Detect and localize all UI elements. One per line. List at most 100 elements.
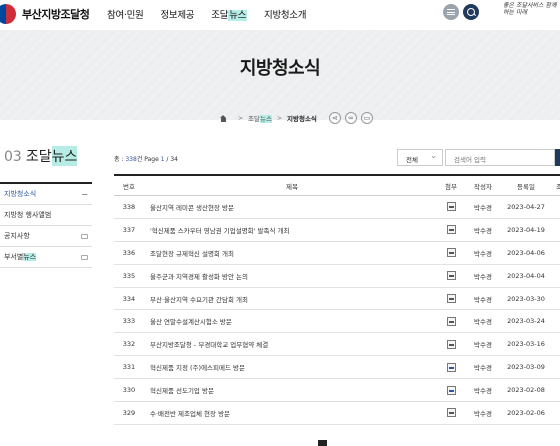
row-date: 2023-03-24 xyxy=(507,317,545,326)
attachment-cell xyxy=(440,271,462,281)
row-date: 2023-04-27 xyxy=(507,202,545,211)
table-row[interactable]: 335 울주군과 지역경제 활성화 방안 논의 박수경 2023-04-04 xyxy=(114,265,560,288)
row-writer: 박수경 xyxy=(474,341,492,350)
table-row[interactable]: 336 조달현장 규제혁신 설명회 개최 박수경 2023-04-06 xyxy=(114,242,560,265)
row-title-link[interactable]: 조달현장 규제혁신 설명회 개최 xyxy=(144,248,440,258)
page-title: 지방청소식 xyxy=(239,58,321,79)
table-row[interactable]: 329 수·배전반 제조업체 현장 방문 박수경 2023-02-06 xyxy=(114,402,560,425)
attachment-file-icon[interactable] xyxy=(446,339,456,349)
attachment-file-icon[interactable] xyxy=(446,316,456,326)
attachment-cell xyxy=(440,248,462,258)
row-title-link[interactable]: '혁신제품 스카우터 영남권 기업설명회' 발족식 개최 xyxy=(144,225,440,235)
row-writer: 박수경 xyxy=(474,203,492,212)
table-row[interactable]: 333 울산 연말수설계산시험소 방문 박수경 2023-03-24 xyxy=(114,310,560,334)
sidebar-title: 03 조달 뉴스 xyxy=(4,146,78,166)
row-writer: 박수경 xyxy=(474,318,492,327)
attachment-file-icon[interactable] xyxy=(446,408,456,418)
table-row[interactable]: 338 울산지역 레미콘 생산현장 방문 박수경 2023-04-27 xyxy=(114,196,560,219)
row-writer: 박수경 xyxy=(474,295,492,304)
attachment-file-icon[interactable] xyxy=(446,202,456,212)
row-date: 2023-04-19 xyxy=(507,225,545,234)
attachment-file-icon[interactable] xyxy=(446,271,456,281)
row-number: 333 xyxy=(122,317,136,326)
gnb-item-about[interactable]: 지방청소개 xyxy=(264,7,307,21)
table-header: 번호 제목 첨부 작성자 등록일 조 xyxy=(114,176,560,196)
table-row[interactable]: 337 '혁신제품 스카우터 영남권 기업설명회' 발족식 개최 박수경 2023-0… xyxy=(114,219,560,242)
row-title-link[interactable]: 혁신제품 선도기업 방문 xyxy=(144,385,440,395)
slogan-logo: 좋은 조달서비스 함께하는 미래 xyxy=(503,2,557,16)
attachment-cell xyxy=(440,202,462,212)
row-number: 329 xyxy=(122,408,136,417)
row-title-link[interactable]: 울산 연말수설계산시험소 방문 xyxy=(144,316,440,326)
row-number: 330 xyxy=(122,386,136,395)
page-visual-banner: 지방청소식 > 조달뉴스 > 지방청소식 ⋖ ∞ ▭ xyxy=(0,30,560,124)
table-row[interactable]: 331 혁신제품 지정 (주)에스피메드 방문 박수경 2023-03-09 xyxy=(114,356,560,380)
search-submit-button[interactable] xyxy=(555,149,560,166)
attachment-cell xyxy=(440,316,462,326)
attachment-cell xyxy=(440,362,462,372)
row-date: 2023-02-08 xyxy=(507,386,545,395)
gnb-item-participation[interactable]: 참여·민원 xyxy=(107,7,144,21)
external-link-icon xyxy=(81,233,88,239)
post-count: 총 : 338건 Page 1 / 34 xyxy=(114,156,178,163)
table-row[interactable]: 334 부산·울산지역 수요기관 간담회 개최 박수경 2023-03-30 xyxy=(114,288,560,311)
home-icon[interactable] xyxy=(220,114,227,122)
attachment-cell xyxy=(440,225,462,235)
sidebar-item-event-album[interactable]: 지방청 행사앨범 xyxy=(0,205,92,226)
row-writer: 박수경 xyxy=(474,387,492,396)
attachment-file-icon[interactable] xyxy=(446,294,456,303)
link-icon[interactable]: ∞ xyxy=(344,112,357,124)
gnb-item-news[interactable]: 조달뉴스 xyxy=(211,7,248,21)
global-nav: 참여·민원 정보제공 조달뉴스 지방청소개 xyxy=(107,7,323,21)
attachment-file-icon[interactable] xyxy=(446,385,456,395)
row-title-link[interactable]: 혁신제품 지정 (주)에스피메드 방문 xyxy=(144,362,440,372)
search-category-select[interactable]: 전체 xyxy=(397,149,443,166)
row-number: 331 xyxy=(122,363,136,372)
sidebar-menu: 지방청소식 − 지방청 행사앨범 공지사항 부서별뉴스 xyxy=(0,182,92,268)
print-icon[interactable]: ▭ xyxy=(360,112,373,124)
row-date: 2023-03-30 xyxy=(507,294,545,303)
sidebar-item-notice[interactable]: 공지사항 xyxy=(0,226,92,247)
government-emblem-icon xyxy=(0,4,16,24)
row-title-link[interactable]: 부산지방조달청 - 부경대학교 업무협약 체결 xyxy=(144,339,440,349)
breadcrumb: > 조달뉴스 > 지방청소식 ⋖ ∞ ▭ xyxy=(220,112,373,124)
site-logo[interactable]: 부산지방조달청 xyxy=(0,2,90,26)
share-icon[interactable]: ⋖ xyxy=(328,112,341,124)
row-number: 332 xyxy=(122,340,136,349)
pagination-current[interactable] xyxy=(318,440,327,446)
row-date: 2023-03-09 xyxy=(507,363,545,372)
attachment-cell xyxy=(440,408,462,418)
attachment-file-icon[interactable] xyxy=(446,225,456,235)
row-title-link[interactable]: 울주군과 지역경제 활성화 방안 논의 xyxy=(144,271,440,281)
breadcrumb-separator-icon: > xyxy=(276,114,282,122)
row-number: 334 xyxy=(122,294,136,303)
menu-icon[interactable] xyxy=(443,4,459,20)
table-row[interactable]: 332 부산지방조달청 - 부경대학교 업무협약 체결 박수경 2023-03-16 xyxy=(114,333,560,357)
table-body: 338 울산지역 레미콘 생산현장 방문 박수경 2023-04-27 337 '혁신제품… xyxy=(114,196,560,425)
table-row[interactable]: 330 혁신제품 선도기업 방문 박수경 2023-02-08 xyxy=(114,379,560,403)
row-title-link[interactable]: 수·배전반 제조업체 현장 방문 xyxy=(144,408,440,418)
gnb-item-information[interactable]: 정보제공 xyxy=(160,7,194,21)
sidebar-item-local-news[interactable]: 지방청소식 − xyxy=(0,184,92,205)
row-date: 2023-02-06 xyxy=(507,408,545,417)
attachment-file-icon[interactable] xyxy=(446,248,456,258)
breadcrumb-news[interactable]: 조달뉴스 xyxy=(248,113,272,123)
row-title-link[interactable]: 울산지역 레미콘 생산현장 방문 xyxy=(144,202,440,212)
board-table: 번호 제목 첨부 작성자 등록일 조 338 울산지역 레미콘 생산현장 방문 박수… xyxy=(114,174,560,425)
attachment-file-icon[interactable] xyxy=(446,362,456,372)
minus-icon: − xyxy=(81,189,88,199)
row-writer: 박수경 xyxy=(474,272,492,281)
breadcrumb-separator-icon: > xyxy=(238,114,244,122)
row-number: 336 xyxy=(122,248,136,257)
search-icon[interactable] xyxy=(463,4,479,20)
row-date: 2023-04-04 xyxy=(507,271,545,280)
attachment-cell xyxy=(440,339,462,349)
attachment-cell xyxy=(440,294,462,303)
row-number: 337 xyxy=(122,225,136,234)
row-date: 2023-04-06 xyxy=(507,248,545,257)
search-input[interactable] xyxy=(445,149,555,166)
sidebar-item-dept-news[interactable]: 부서별뉴스 xyxy=(0,247,92,268)
row-title-link[interactable]: 부산·울산지역 수요기관 간담회 개최 xyxy=(144,294,440,304)
attachment-cell xyxy=(440,385,462,395)
row-writer: 박수경 xyxy=(474,364,492,373)
